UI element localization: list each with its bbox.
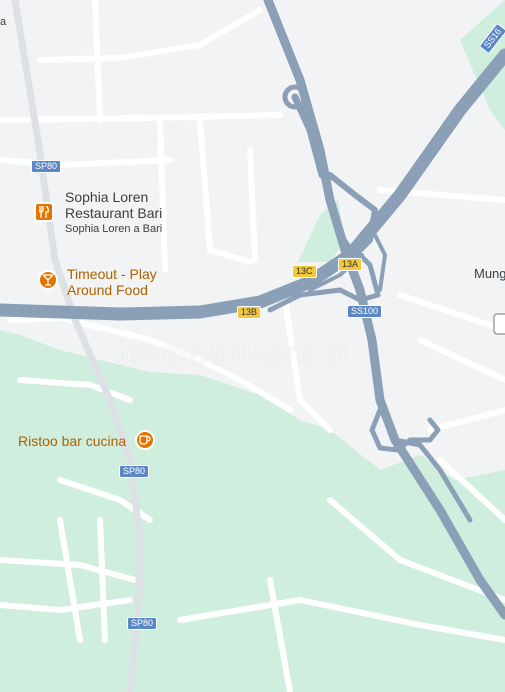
cocktail-bar-icon[interactable] <box>38 270 58 290</box>
poi-name-line1: Timeout - Play <box>67 266 157 282</box>
edge-shop-marker <box>493 313 505 335</box>
poi-name-line1: Sophia Loren <box>65 189 149 205</box>
road-shield-sp80: SP80 <box>31 160 62 173</box>
road-shield-ss100: SS100 <box>347 305 383 318</box>
poi-subtitle: Sophia Loren a Bari <box>65 223 163 235</box>
map-canvas[interactable]: immobiliare.it SP80 SP80 SP80 SS100 SS16… <box>0 0 505 692</box>
road-shield-sp80: SP80 <box>127 617 158 630</box>
exit-shield-13a: 13A <box>338 258 363 271</box>
restaurant-icon[interactable] <box>34 202 54 222</box>
watermark: immobiliare.it <box>115 335 351 373</box>
poi-name-line2: Restaurant Bari <box>65 205 163 221</box>
place-label-mung[interactable]: Mung <box>474 266 505 281</box>
exit-shield-13b: 13B <box>237 306 262 319</box>
coffee-cup-icon[interactable] <box>135 430 155 450</box>
exit-shield-13c: 13C <box>292 265 317 278</box>
poi-name-line2: Around Food <box>67 282 148 298</box>
poi-name: Ristoo bar cucina <box>18 433 127 449</box>
road-shield-sp80: SP80 <box>119 465 150 478</box>
place-label-corner: a <box>0 16 7 28</box>
